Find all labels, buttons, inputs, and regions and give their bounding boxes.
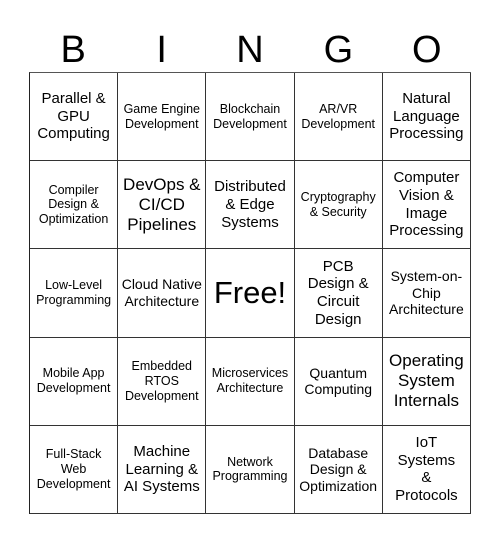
bingo-cell[interactable]: System-on-Chip Architecture	[382, 249, 471, 338]
header-letter-o: O	[412, 29, 442, 71]
cell-text: Parallel & GPU Computing	[37, 90, 110, 143]
cell-text: Compiler Design & Optimization	[38, 182, 109, 227]
cell-text: Quantum Computing	[304, 364, 373, 398]
cell-text: Distributed & Edge Systems	[214, 178, 286, 231]
cell-text: DevOps & CI/CD Pipelines	[123, 174, 201, 234]
free-space[interactable]: Free!	[206, 249, 295, 338]
cell-text: Computer Vision & Image Processing	[389, 169, 464, 240]
bingo-cell[interactable]: Database Design & Optimization	[294, 425, 383, 514]
bingo-cell[interactable]: Natural Language Processing	[382, 73, 471, 162]
cell-text: Blockchain Development	[213, 101, 287, 131]
cell-text: Embedded RTOS Development	[124, 359, 199, 403]
bingo-cell[interactable]: Parallel & GPU Computing	[30, 73, 119, 162]
cell-text: Low-Level Programming	[36, 278, 112, 307]
header-letter-g: G	[323, 29, 354, 71]
bingo-cell[interactable]: Low-Level Programming	[30, 249, 119, 338]
bingo-cell[interactable]: Embedded RTOS Development	[118, 337, 207, 426]
cell-text: Game Engine Development	[123, 101, 200, 131]
cell-text: Cryptography & Security	[300, 190, 376, 219]
cell-text: Mobile App Development	[36, 366, 111, 396]
cell-text: Full-Stack Web Development	[36, 447, 111, 491]
bingo-cell[interactable]: AR/VR Development	[294, 73, 383, 162]
bingo-cell[interactable]: Blockchain Development	[206, 73, 295, 162]
bingo-cell[interactable]: Compiler Design & Optimization	[30, 161, 119, 250]
free-space-text: Free!	[213, 274, 287, 310]
cell-text: Natural Language Processing	[389, 90, 464, 143]
cell-text: AR/VR Development	[301, 101, 376, 131]
bingo-cell[interactable]: Computer Vision & Image Processing	[382, 161, 471, 250]
bingo-cell[interactable]: Operating System Internals	[382, 337, 471, 426]
bingo-cell[interactable]: Machine Learning & AI Systems	[118, 425, 207, 514]
cell-text: Operating System Internals	[389, 351, 464, 411]
header-letter-i: I	[156, 29, 167, 71]
cell-text: System-on-Chip Architecture	[389, 268, 464, 318]
bingo-cell[interactable]: Distributed & Edge Systems	[206, 161, 295, 250]
bingo-header: B I N G O	[29, 28, 471, 72]
bingo-cell[interactable]: Cryptography & Security	[294, 161, 383, 250]
bingo-cell[interactable]: Cloud Native Architecture	[118, 249, 207, 338]
cell-text: Machine Learning & AI Systems	[123, 442, 200, 496]
bingo-cell[interactable]: Network Programming	[206, 425, 295, 514]
cell-text: Microservices Architecture	[211, 366, 289, 396]
bingo-cell[interactable]: IoT Systems & Protocols	[382, 425, 471, 514]
bingo-cell[interactable]: DevOps & CI/CD Pipelines	[118, 161, 207, 250]
header-letter-b: B	[60, 29, 86, 71]
bingo-cell[interactable]: Game Engine Development	[118, 73, 207, 162]
bingo-cell[interactable]: PCB Design & Circuit Design	[294, 249, 383, 338]
bingo-cell[interactable]: Mobile App Development	[30, 337, 119, 426]
cell-text: IoT Systems & Protocols	[395, 434, 458, 505]
cell-text: Cloud Native Architecture	[121, 276, 202, 309]
cell-text: PCB Design & Circuit Design	[307, 257, 369, 328]
header-letter-n: N	[236, 29, 264, 71]
bingo-cell[interactable]: Quantum Computing	[294, 337, 383, 426]
bingo-cell[interactable]: Full-Stack Web Development	[30, 425, 119, 514]
cell-text: Database Design & Optimization	[299, 444, 378, 494]
bingo-cell[interactable]: Microservices Architecture	[206, 337, 295, 426]
cell-text: Network Programming	[212, 454, 288, 484]
bingo-grid: Parallel & GPU Computing Game Engine Dev…	[29, 72, 471, 514]
